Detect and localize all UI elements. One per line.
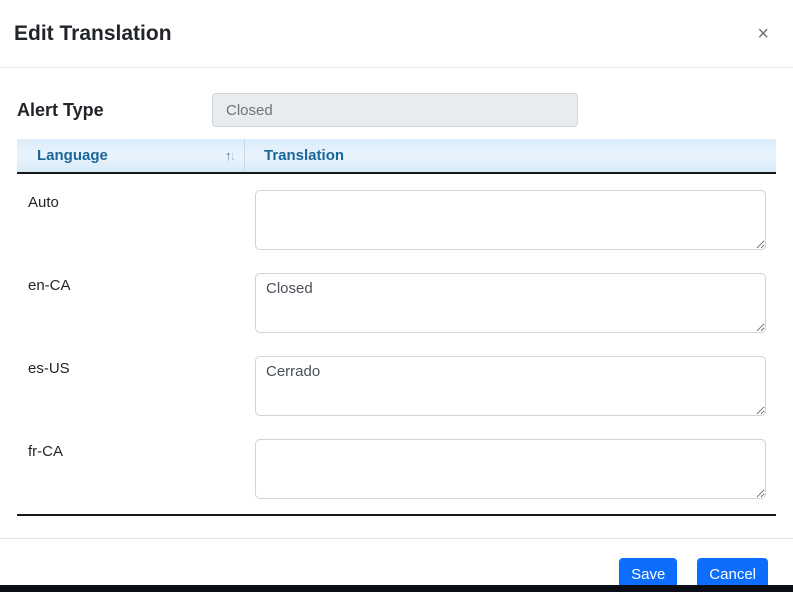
translation-textarea[interactable]	[255, 190, 766, 250]
translation-cell: Closed	[255, 273, 776, 338]
modal-title: Edit Translation	[14, 22, 172, 46]
close-icon[interactable]: ×	[753, 20, 773, 48]
language-cell: fr-CA	[17, 439, 255, 504]
page-background-bar	[0, 585, 793, 592]
language-cell: Auto	[17, 190, 255, 255]
alert-type-label: Alert Type	[17, 100, 212, 121]
language-cell: es-US	[17, 356, 255, 421]
table-row: en-CA Closed	[17, 273, 776, 338]
language-column-header[interactable]: Language ↑↓	[17, 139, 245, 172]
table-row: fr-CA	[17, 439, 776, 504]
translation-column-label: Translation	[264, 147, 344, 164]
modal-body: Alert Type Language ↑↓ Translation Auto …	[0, 93, 793, 516]
language-column-label: Language	[37, 147, 108, 164]
translation-cell	[255, 439, 776, 504]
table-row: Auto	[17, 190, 776, 255]
edit-translation-modal: Edit Translation × Alert Type Language ↑…	[0, 0, 793, 585]
modal-header: Edit Translation ×	[0, 0, 793, 68]
sort-icon: ↑↓	[225, 148, 234, 163]
table-header-row: Language ↑↓ Translation	[17, 139, 776, 174]
alert-type-input	[212, 93, 578, 127]
translations-table: Language ↑↓ Translation Auto en-CA Close…	[17, 139, 776, 516]
translation-textarea[interactable]: Closed	[255, 273, 766, 333]
sort-down-arrow-icon: ↓	[230, 148, 235, 163]
translation-textarea[interactable]: Cerrado	[255, 356, 766, 416]
table-body: Auto en-CA Closed es-US Cerrado fr-CA	[17, 174, 776, 504]
translation-cell: Cerrado	[255, 356, 776, 421]
modal-footer: Save Cancel	[0, 538, 793, 590]
table-row: es-US Cerrado	[17, 356, 776, 421]
translation-textarea[interactable]	[255, 439, 766, 499]
translation-column-header: Translation	[245, 139, 776, 172]
translation-cell	[255, 190, 776, 255]
alert-type-row: Alert Type	[17, 93, 776, 127]
language-cell: en-CA	[17, 273, 255, 338]
